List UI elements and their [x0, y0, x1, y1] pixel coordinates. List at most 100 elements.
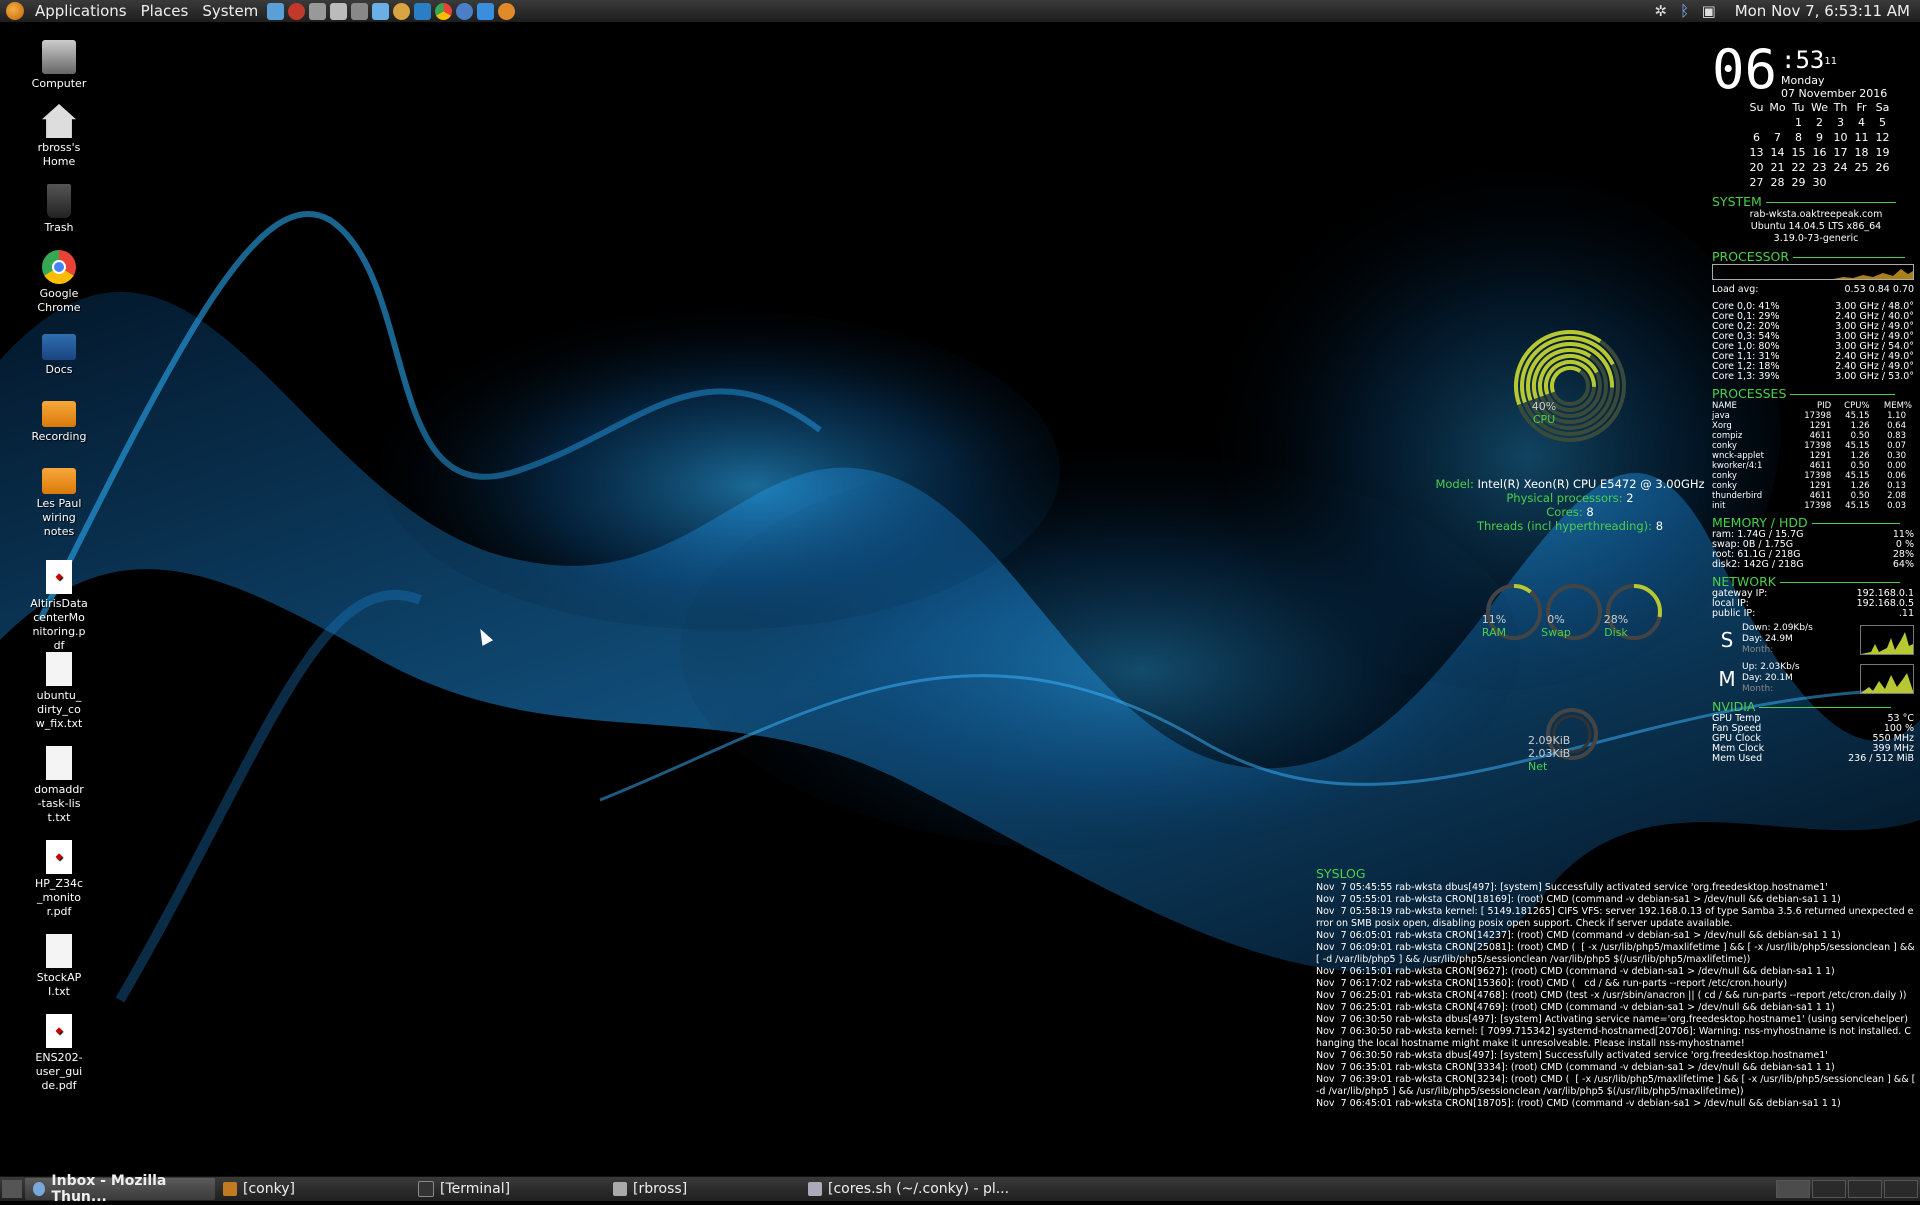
calendar-day: [1872, 175, 1893, 190]
computer-icon: [42, 40, 76, 74]
clock-date: 07 November 2016: [1781, 87, 1888, 100]
places-menu[interactable]: Places: [134, 0, 196, 22]
network-icon[interactable]: [414, 2, 432, 20]
calendar-day: 20: [1749, 161, 1764, 174]
calendar-day: 18: [1854, 146, 1869, 159]
app-icon[interactable]: [288, 2, 306, 20]
network-monitor-icon[interactable]: ▣: [1700, 2, 1718, 20]
conky-clock: 06 :5311 Monday 07 November 2016: [1712, 40, 1920, 101]
desktop-icon-hp-z34c[interactable]: ⬩ HP_Z34c_monitor.pdf: [14, 840, 104, 919]
desktop-icon-label: Recording: [31, 430, 87, 443]
desktop-icon-label: AltirisDatacenterMonitoring.pdf: [30, 597, 88, 652]
syslog-line: Nov 7 06:17:02 rab-wksta CRON[15360]: (r…: [1316, 978, 1788, 989]
desktop-icon-altiris-pdf[interactable]: ⬩ AltirisDatacenterMonitoring.pdf: [14, 560, 104, 653]
panel-clock[interactable]: Mon Nov 7, 6:53:11 AM: [1735, 2, 1910, 20]
desktop-icon-les-paul[interactable]: Les Paul wiring notes: [14, 460, 104, 539]
desktop-icon-label: ubuntu_dirty_cow_fix.txt: [35, 689, 83, 730]
desktop-icon-computer[interactable]: Computer: [14, 40, 104, 91]
chrome-icon[interactable]: [435, 2, 453, 20]
writer-icon[interactable]: [477, 2, 495, 20]
process-cell: 4611: [1809, 461, 1832, 471]
net-down-speed: Down: 2.09Kb/s: [1742, 623, 1813, 633]
process-cell: conky: [1712, 441, 1737, 451]
desktop-icon-recording[interactable]: Recording: [14, 393, 104, 444]
virtualbox-icon[interactable]: [267, 2, 285, 20]
window-icon[interactable]: [351, 2, 369, 20]
desktop-icon-docs[interactable]: Docs: [14, 326, 104, 377]
desktop-icon-trash[interactable]: Trash: [14, 184, 104, 235]
process-row: conky 17398 45.15 0.06: [1712, 471, 1912, 481]
process-cell: 1291: [1809, 421, 1832, 431]
workspace-2[interactable]: [1812, 1180, 1846, 1198]
thunderbird-icon[interactable]: [393, 2, 411, 20]
load-value: 0.53 0.84 0.70: [1844, 284, 1915, 295]
settings-gear-icon[interactable]: ✲: [1652, 2, 1670, 20]
applications-menu[interactable]: Applications: [28, 0, 134, 22]
cpu-cores: 8: [1586, 505, 1594, 519]
net-up-graph: [1860, 663, 1914, 694]
info-label: public IP:: [1712, 608, 1756, 619]
nvidia-title: NVIDIA: [1712, 699, 1920, 714]
info-value: 236 / 512 MiB: [1848, 753, 1914, 764]
process-cell: 0.30: [1887, 451, 1906, 461]
net-down-row: S Down: 2.09Kb/s Day: 24.9M Month:: [1712, 623, 1920, 656]
files-icon[interactable]: [330, 2, 348, 20]
bottom-panel: Inbox - Mozilla Thun... [conky] [Termina…: [0, 1173, 1920, 1205]
screenshot-icon[interactable]: [309, 2, 327, 20]
gnome-foot-icon[interactable]: [6, 2, 24, 20]
process-row: conky 1291 1.26 0.13: [1712, 481, 1912, 491]
swap-ring-label: 0% Swap: [1536, 613, 1576, 639]
calendar-day-header: Mo: [1769, 101, 1786, 114]
syslog-line: Nov 7 06:05:01 rab-wksta CRON[14237]: (r…: [1316, 930, 1841, 941]
net-up-month: Month:: [1742, 684, 1774, 694]
calendar-day: [1830, 175, 1851, 190]
updater-icon[interactable]: [498, 2, 516, 20]
bluetooth-icon[interactable]: ᛒ: [1676, 2, 1694, 20]
desktop-icon-stockapi[interactable]: StockAPI.txt: [14, 934, 104, 999]
workspace-1[interactable]: [1776, 1180, 1810, 1198]
process-cell: 17398: [1804, 411, 1832, 421]
syslog-line: Nov 7 06:25:01 rab-wksta CRON[4769]: (ro…: [1316, 1002, 1835, 1013]
calendar-day: 27: [1749, 176, 1764, 189]
task-rbross[interactable]: [rbross]: [605, 1178, 800, 1200]
process-cell: kworker/4:1: [1712, 461, 1763, 471]
ram-label: RAM: [1481, 626, 1507, 639]
memory-title: MEMORY / HDD: [1712, 515, 1920, 530]
system-menu[interactable]: System: [195, 0, 265, 22]
net-up-value: 2.03KiB: [1528, 747, 1571, 760]
net-down-graph: [1860, 624, 1914, 655]
workspace-4[interactable]: [1884, 1180, 1918, 1198]
process-header: CPU%: [1844, 401, 1870, 411]
process-cell: 0.64: [1887, 421, 1906, 431]
desktop-icon-google-chrome[interactable]: Google Chrome: [14, 250, 104, 315]
cpu-cores-label: Cores:: [1546, 505, 1583, 519]
desktop-icon-home[interactable]: rbross's Home: [14, 104, 104, 169]
desktop-icon-domaddr[interactable]: domaddr-task-list.txt: [14, 746, 104, 825]
workspace-3[interactable]: [1848, 1180, 1882, 1198]
task-cores-sh[interactable]: [cores.sh (~/.conky) - pl...: [800, 1178, 1050, 1200]
syslog-line: Nov 7 06:39:01 rab-wksta CRON[3234]: (ro…: [1316, 1074, 1916, 1097]
calendar-day: 28: [1770, 176, 1785, 189]
core-row: Core 1,3: 39% 3.00 GHz / 53.0°: [1712, 372, 1920, 382]
desktop-icon-dirty-cow[interactable]: ubuntu_dirty_cow_fix.txt: [14, 652, 104, 731]
calendar-day: 2: [1816, 116, 1823, 129]
chromium-icon[interactable]: [372, 2, 390, 20]
calendar-day: 3: [1837, 116, 1844, 129]
text-file-icon: [46, 652, 72, 686]
firefox-icon[interactable]: [456, 2, 474, 20]
calendar-day-header: Fr: [1856, 101, 1867, 114]
info-label: Mem Used: [1712, 753, 1763, 764]
calendar-day: 21: [1770, 161, 1785, 174]
process-row: kworker/4:1 4611 0.50 0.00: [1712, 461, 1912, 471]
desktop-icon-label: StockAPI.txt: [36, 971, 82, 998]
show-desktop-icon[interactable]: [2, 1180, 22, 1198]
task-conky[interactable]: [conky]: [215, 1178, 410, 1200]
process-cell: 0.83: [1887, 431, 1906, 441]
task-thunderbird[interactable]: Inbox - Mozilla Thun...: [25, 1173, 215, 1205]
desktop-icon-ens202[interactable]: ⬩ ENS202-user_guide.pdf: [14, 1014, 104, 1093]
calendar-day: 5: [1879, 116, 1886, 129]
task-terminal[interactable]: [Terminal]: [410, 1178, 605, 1200]
cpu-model-label: Model:: [1435, 477, 1474, 491]
home-icon: [42, 104, 76, 138]
process-cell: conky: [1712, 481, 1737, 491]
